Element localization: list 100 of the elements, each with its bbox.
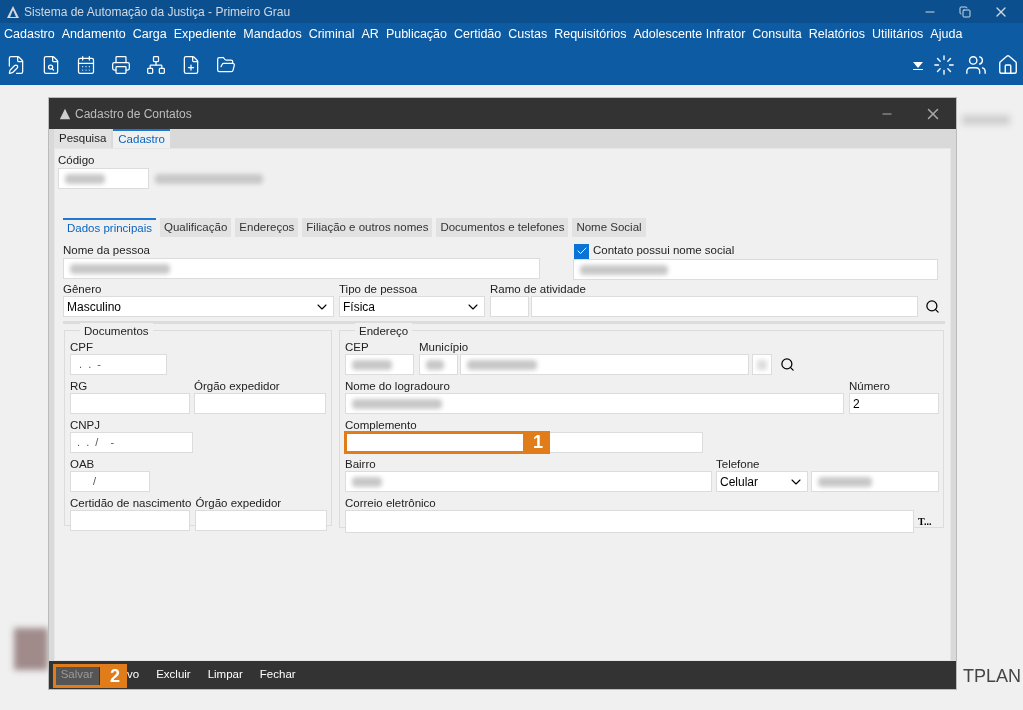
blurred-text — [757, 359, 767, 370]
home-icon[interactable] — [997, 54, 1019, 76]
footer-button[interactable]: Excluir — [156, 666, 191, 684]
restore-icon[interactable] — [959, 5, 971, 18]
field-label: Órgão expedidor — [195, 497, 283, 510]
search-document-icon[interactable] — [41, 55, 61, 75]
tab[interactable]: Cadastro — [113, 129, 170, 148]
field-label: Ramo de atividade — [490, 283, 587, 296]
menu-item[interactable]: Andamento — [61, 24, 126, 44]
printer-icon[interactable] — [111, 55, 131, 75]
users-icon[interactable] — [965, 54, 987, 76]
menu-item[interactable]: Publicação — [385, 24, 448, 44]
menu-item[interactable]: Utilitários — [871, 24, 924, 44]
calendar-icon[interactable] — [76, 55, 96, 75]
menu-item[interactable]: Requisitórios — [554, 24, 627, 44]
input-field[interactable] — [345, 393, 844, 414]
menu-item[interactable]: Ajuda — [930, 24, 963, 44]
dropdown[interactable]: Celular — [716, 471, 808, 492]
checkbox-label: Contato possui nome social — [593, 243, 735, 259]
photo-placeholder — [14, 628, 48, 670]
dropdown[interactable]: Física — [339, 296, 485, 317]
input-field[interactable]: / — [70, 471, 150, 492]
check-icon — [575, 245, 588, 257]
input-field[interactable] — [573, 259, 938, 280]
input-field[interactable] — [70, 393, 190, 414]
section-tab[interactable]: Qualificação — [160, 218, 232, 237]
input-field[interactable] — [195, 510, 328, 531]
section-tab[interactable]: Filiação e outros nomes — [302, 218, 433, 237]
section-tab[interactable]: Endereços — [235, 218, 299, 237]
blurred-background-text — [962, 115, 1010, 125]
field-label: CEP — [345, 341, 370, 354]
menu-item[interactable]: Mandados — [243, 24, 302, 44]
hierarchy-icon[interactable] — [146, 55, 166, 75]
edit-document-icon[interactable] — [6, 55, 26, 75]
input-field[interactable]: . . - — [70, 354, 167, 375]
field-label: Nome do logradouro — [345, 380, 451, 393]
app-title: Sistema de Automação da Justiça - Primeiro Grau — [24, 3, 291, 21]
menu-item[interactable]: Cadastro — [4, 24, 55, 44]
callout-badge: 1 — [526, 431, 550, 454]
field-label: Órgão expedidor — [194, 380, 281, 393]
field-label: Município — [419, 341, 470, 354]
dialog-title: Cadastro de Contatos — [75, 105, 192, 123]
dropdown[interactable]: Masculino — [63, 296, 334, 317]
field-label: Correio eletrônico — [345, 497, 437, 510]
input-field[interactable] — [752, 354, 772, 375]
menu-item[interactable]: Carga — [132, 24, 167, 44]
search-icon[interactable] — [780, 357, 795, 372]
input-field[interactable] — [811, 471, 939, 492]
checkbox[interactable] — [574, 243, 589, 259]
menu-item[interactable]: Expediente — [173, 24, 237, 44]
pyramid-logo-icon — [6, 4, 20, 19]
input-field[interactable] — [345, 471, 712, 492]
field-label: Complemento — [345, 419, 418, 432]
field-value: 2 — [853, 395, 860, 413]
blurred-text — [426, 359, 444, 370]
input-field[interactable]: 2 — [849, 393, 939, 414]
field-label: Código — [58, 154, 96, 167]
callout-highlight — [53, 664, 103, 688]
caret-down-icon[interactable] — [913, 60, 923, 70]
blurred-text — [352, 476, 382, 487]
blurred-text — [65, 173, 105, 184]
footer-button[interactable]: Limpar — [207, 666, 243, 684]
input-field[interactable] — [58, 168, 149, 189]
add-document-icon[interactable] — [181, 55, 201, 75]
input-field[interactable] — [490, 296, 529, 317]
blurred-text — [818, 476, 872, 487]
text-button[interactable]: T... — [918, 514, 932, 529]
input-field[interactable] — [63, 258, 540, 279]
input-field[interactable] — [531, 296, 918, 317]
input-field[interactable] — [70, 510, 190, 531]
section-tab[interactable]: Dados principais — [63, 218, 156, 237]
menu-item[interactable]: Custas — [508, 24, 548, 44]
field-label: RG — [70, 380, 89, 393]
section-tab[interactable]: Documentos e telefones — [436, 218, 569, 237]
footer-button[interactable]: vo — [127, 666, 140, 684]
menu-item[interactable]: Relatórios — [808, 24, 865, 44]
folder-icon[interactable] — [216, 55, 236, 75]
menu-item[interactable]: AR — [361, 24, 379, 44]
menu-item[interactable]: Criminal — [308, 24, 355, 44]
tab[interactable]: Pesquisa — [54, 129, 112, 148]
field-label: Gênero — [63, 283, 103, 296]
input-field[interactable] — [345, 510, 914, 533]
search-icon[interactable] — [925, 299, 940, 314]
menu-item[interactable]: Consulta — [752, 24, 802, 44]
blurred-text — [352, 359, 392, 370]
input-field[interactable]: . . / - — [70, 432, 193, 453]
menu-item[interactable]: Adolescente Infrator — [633, 24, 746, 44]
footer-button[interactable]: Fechar — [259, 666, 296, 684]
input-field[interactable] — [194, 393, 326, 414]
input-field[interactable] — [460, 354, 749, 375]
section-tab[interactable]: Nome Social — [572, 218, 646, 237]
field-label: Bairro — [345, 458, 377, 471]
loading-icon[interactable] — [933, 54, 955, 76]
field-label: OAB — [70, 458, 96, 471]
input-field[interactable] — [345, 354, 414, 375]
input-field[interactable] — [419, 354, 458, 375]
field-label: CPF — [70, 341, 94, 354]
menu-item[interactable]: Certidão — [454, 24, 502, 44]
field-label: Número — [849, 380, 891, 393]
field-label: CNPJ — [70, 419, 102, 432]
